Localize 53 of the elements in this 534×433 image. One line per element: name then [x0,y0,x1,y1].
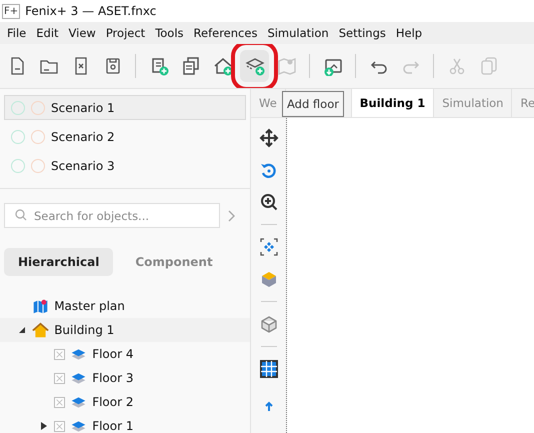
search-field[interactable]: Search for objects... [4,203,220,228]
menu-item[interactable]: Help [390,26,428,40]
visibility-checkbox-icon[interactable] [54,372,66,384]
status-circle-icon [31,130,45,144]
collapsed-arrow-icon[interactable] [40,422,48,430]
fit-view-icon[interactable] [258,237,278,257]
menu-item[interactable]: Tools [150,26,189,40]
tree-item-label[interactable]: Floor 2 [92,395,134,409]
add-layer-icon [244,56,264,76]
move-icon[interactable] [258,128,278,148]
tree-item-label[interactable]: Floor 3 [92,371,134,385]
menu-item[interactable]: References [188,26,262,40]
documents-icon [180,56,200,76]
tree-item-label[interactable]: Master plan [54,299,125,313]
view-tab[interactable]: Hierarchical [4,248,114,276]
copy-icon [478,56,498,76]
tree-item-label[interactable]: Floor 1 [92,419,134,433]
menu-item[interactable]: Edit [31,26,64,40]
scenario-name: Scenario 3 [51,158,115,172]
map-icon [32,298,50,314]
window-title: Fenix+ 3 — ASET.fnxc [25,4,156,18]
menu-item[interactable]: Settings [334,26,391,40]
scenario-name: Scenario 1 [51,100,115,114]
visibility-checkbox-icon[interactable] [54,420,66,432]
status-circle-icon [11,130,25,144]
status-circle-icon [11,158,25,172]
cube-icon[interactable] [258,314,278,334]
add-house-icon [212,56,232,76]
scenario-item[interactable]: Scenario 1 [4,95,246,120]
scenario-name: Scenario 2 [51,130,115,144]
tree-item-label[interactable]: Building 1 [54,323,114,337]
menu-item[interactable]: Simulation [262,26,334,40]
tooltip: Add floor [282,91,344,117]
scenario-item[interactable]: Scenario 2 [4,124,246,149]
status-circle-icon [11,100,25,114]
add-layer-button[interactable] [240,50,269,82]
map-icon [276,56,296,76]
document-tab[interactable]: Building 1 [352,89,434,117]
status-circle-icon [31,158,45,172]
app-logo: F+ [2,4,20,18]
status-circle-icon [31,100,45,114]
visibility-checkbox-icon[interactable] [54,396,66,408]
menu-item[interactable]: Project [100,26,150,40]
tree-item-label[interactable]: Floor 4 [92,347,134,361]
expanded-arrow-icon[interactable] [18,326,26,334]
zoom-in-icon[interactable] [258,192,278,212]
search-icon [15,209,27,221]
menu-item[interactable]: File [2,26,32,40]
house-icon [32,322,50,338]
visibility-checkbox-icon[interactable] [54,348,66,360]
menu-item[interactable]: View [64,26,101,40]
scenario-item[interactable]: Scenario 3 [4,153,246,178]
grid-icon[interactable] [258,359,278,379]
